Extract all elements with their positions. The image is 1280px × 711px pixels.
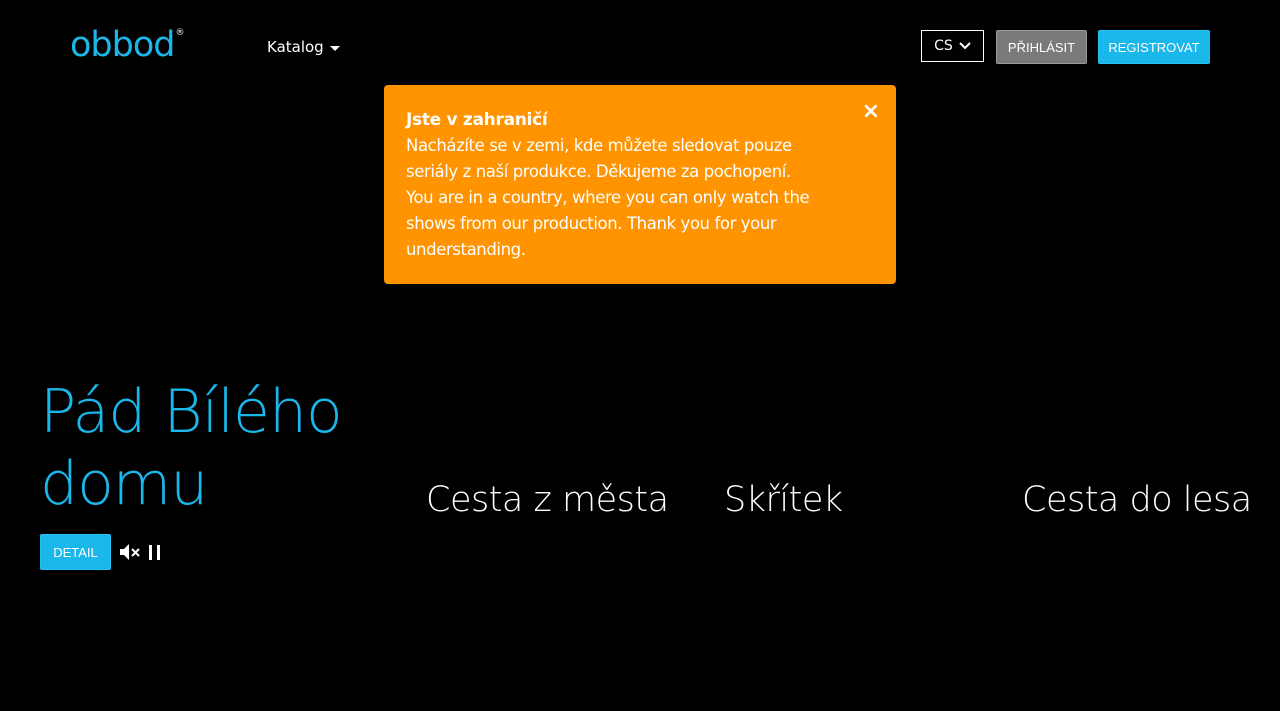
login-button[interactable]: PŘIHLÁSIT <box>996 30 1087 64</box>
volume-mute-icon[interactable] <box>119 543 141 561</box>
register-button[interactable]: REGISTROVAT <box>1098 30 1210 64</box>
chevron-down-icon <box>959 42 971 50</box>
registered-mark: ® <box>175 28 185 38</box>
close-icon[interactable]: × <box>862 101 880 123</box>
slide-title[interactable]: Cesta do lesa <box>1022 477 1252 523</box>
pause-icon[interactable] <box>148 544 162 561</box>
logo-text: obbod <box>70 25 175 65</box>
hero-title: Pád Bílého domu <box>40 377 343 519</box>
alert-title: Jste v zahraničí <box>406 110 548 130</box>
caret-down-icon <box>329 46 340 51</box>
detail-button[interactable]: DETAIL <box>40 534 111 570</box>
logo[interactable]: obbod ® <box>70 25 185 65</box>
language-select[interactable]: CS <box>921 30 984 62</box>
catalog-label: Katalog <box>267 38 324 56</box>
alert-message: Nacházíte se v zemi, kde můžete sledovat… <box>406 136 810 259</box>
language-value: CS <box>934 38 953 54</box>
abroad-alert: Jste v zahraničí Nacházíte se v zemi, kd… <box>384 85 896 284</box>
catalog-menu[interactable]: Katalog <box>267 37 340 57</box>
slide-title[interactable]: Skřítek <box>724 477 843 523</box>
page: obbod ® Katalog CS PŘIHLÁSIT REGISTROVAT… <box>0 0 1280 711</box>
slide-title[interactable]: Cesta z města <box>426 477 669 523</box>
